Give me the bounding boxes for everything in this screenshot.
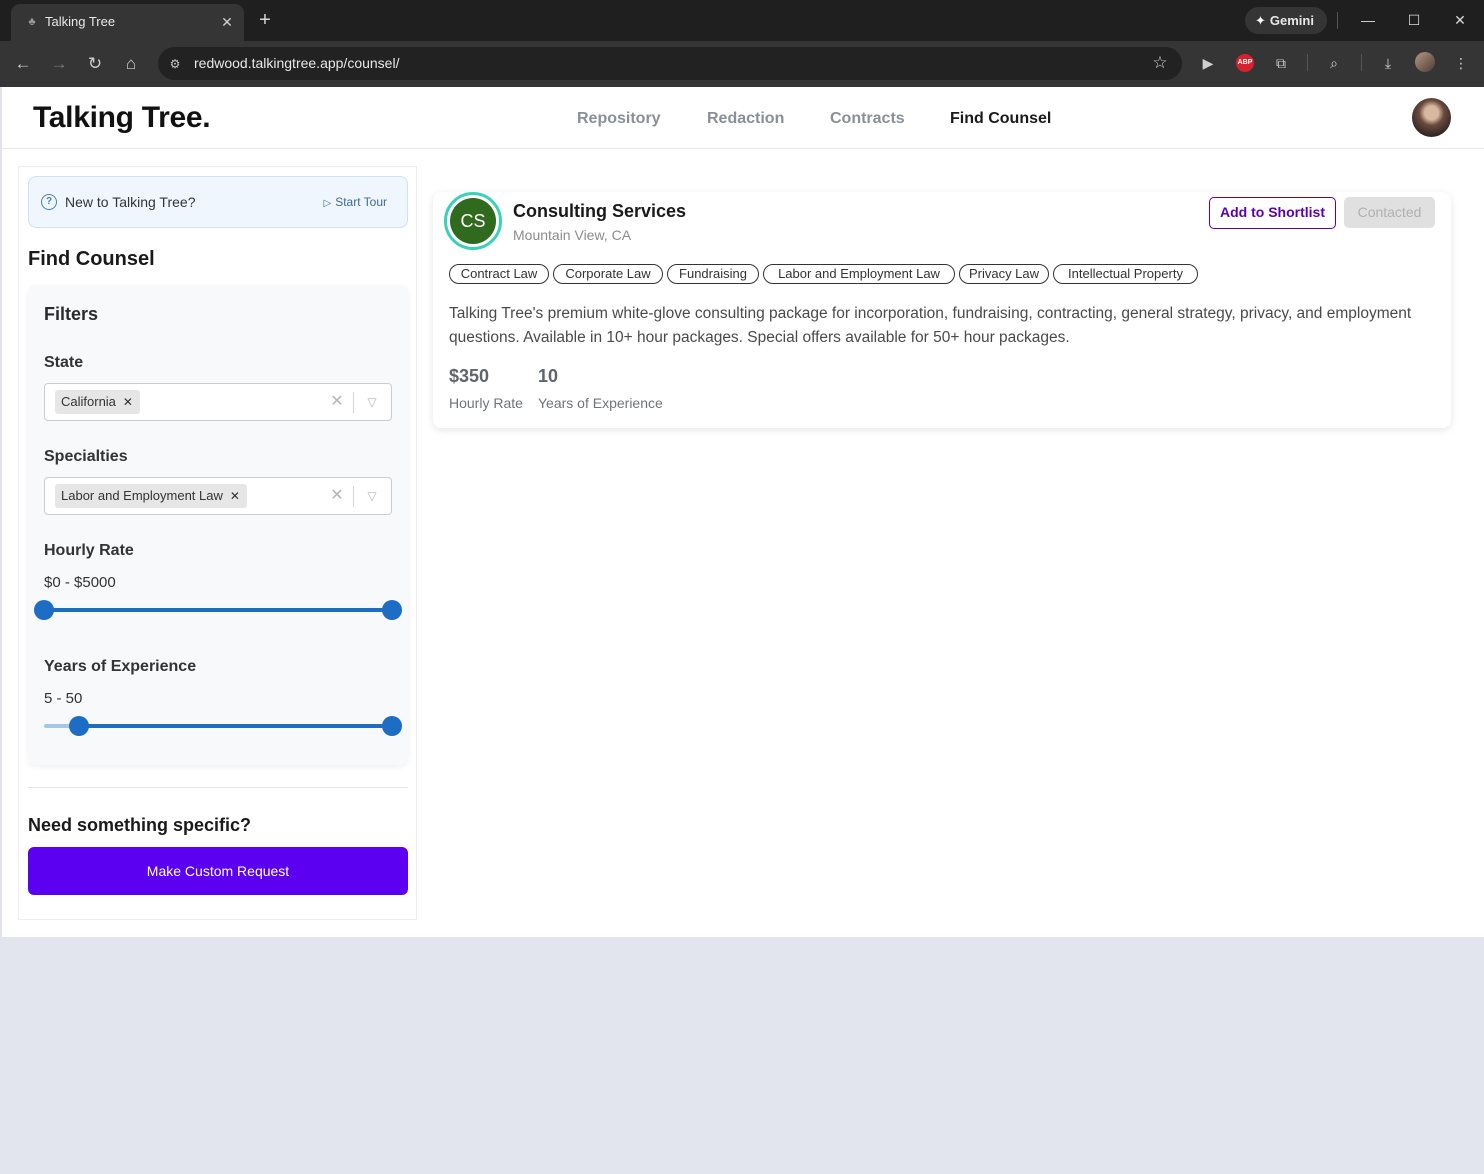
hourly-rate-stat: $350	[449, 366, 490, 386]
state-select[interactable]: California ✕ ✕ ▽	[44, 383, 392, 421]
filters-card: Filters State California ✕ ✕ ▽ Specialti…	[28, 285, 408, 765]
state-label: State	[44, 354, 84, 371]
state-chip-label: California	[61, 394, 116, 409]
slider-min-handle[interactable]	[68, 716, 89, 736]
clear-icon[interactable]: ✕	[329, 487, 345, 505]
sidebar-title: Find Counsel	[28, 248, 155, 270]
hourly-rate-label: Hourly Rate	[44, 542, 134, 559]
chevron-down-icon[interactable]: ▽	[363, 393, 381, 411]
specialty-chip: Labor and Employment Law ✕	[55, 484, 247, 508]
specialty-tag: Corporate Law	[553, 264, 663, 284]
experience-label: Years of Experience	[44, 658, 197, 675]
divider	[1337, 12, 1338, 29]
counsel-location: Mountain View, CA	[513, 227, 632, 243]
new-tab-icon[interactable]: +	[254, 9, 276, 31]
minimize-icon[interactable]: —	[1356, 9, 1380, 31]
url-text[interactable]: redwood.talkingtree.app/counsel/	[194, 55, 399, 71]
specialties-select[interactable]: Labor and Employment Law ✕ ✕ ▽	[44, 477, 392, 515]
nav-contracts[interactable]: Contracts	[830, 110, 905, 128]
specialty-tag: Labor and Employment Law	[763, 264, 955, 284]
hourly-rate-stat-label: Hourly Rate	[449, 395, 523, 411]
bookmark-star-icon[interactable]: ☆	[1150, 53, 1170, 73]
forward-icon[interactable]: →	[47, 52, 71, 76]
close-tab-icon[interactable]: ✕	[218, 13, 236, 31]
specialty-tag: Privacy Law	[959, 264, 1049, 284]
slider-fill	[44, 608, 392, 612]
nav-redaction[interactable]: Redaction	[707, 110, 784, 128]
filters-heading: Filters	[44, 304, 99, 324]
hourly-rate-slider[interactable]	[34, 600, 402, 620]
experience-value: 5 - 50	[44, 690, 83, 707]
brand-logo[interactable]: Talking Tree.	[33, 101, 211, 135]
help-circle-icon: ?	[41, 194, 57, 210]
slider-min-handle[interactable]	[34, 600, 54, 620]
tab-search-icon[interactable]: ⌕	[1323, 52, 1345, 74]
make-custom-request-button[interactable]: Make Custom Request	[28, 847, 408, 895]
counsel-description: Talking Tree's premium white-glove consu…	[449, 305, 1412, 346]
remove-chip-icon[interactable]: ✕	[122, 390, 134, 414]
home-icon[interactable]: ⌂	[119, 52, 143, 76]
clear-icon[interactable]: ✕	[329, 393, 345, 411]
specialty-chip-label: Labor and Employment Law	[61, 488, 223, 503]
custom-request-title: Need something specific?	[28, 815, 252, 835]
reload-icon[interactable]: ↻	[83, 52, 107, 76]
experience-stat: 10	[538, 366, 559, 386]
tour-banner: ? New to Talking Tree? ▷ Start Tour	[28, 176, 408, 228]
add-to-shortlist-button[interactable]: Add to Shortlist	[1209, 197, 1336, 229]
browser-toolbar: ← → ↻ ⌂ ⚙ redwood.talkingtree.app/counse…	[0, 41, 1484, 87]
close-window-icon[interactable]: ✕	[1448, 9, 1472, 31]
nav-repository[interactable]: Repository	[577, 110, 661, 128]
extensions-puzzle-icon[interactable]: ⧉	[1270, 52, 1292, 74]
profile-avatar[interactable]	[1415, 52, 1435, 72]
state-chip: California ✕	[55, 390, 140, 414]
tour-prompt: New to Talking Tree?	[65, 194, 196, 210]
filter-sidebar: ? New to Talking Tree? ▷ Start Tour Find …	[18, 166, 417, 920]
adblock-plus-icon[interactable]: ABP	[1236, 54, 1254, 72]
tab-title: Talking Tree	[45, 14, 116, 29]
select-separator	[353, 486, 354, 507]
divider	[1361, 54, 1362, 71]
start-tour-label: Start Tour	[335, 195, 387, 209]
user-avatar[interactable]	[1412, 98, 1451, 137]
site-info-icon[interactable]: ⚙	[166, 55, 184, 73]
address-bar[interactable]: ⚙ redwood.talkingtree.app/counsel/ ☆	[158, 47, 1182, 80]
browser-tab[interactable]: ♣ Talking Tree ✕	[11, 4, 244, 41]
counsel-card: CS Consulting Services Mountain View, CA…	[433, 192, 1451, 428]
sidebar-divider	[28, 787, 408, 788]
select-separator	[353, 392, 354, 413]
back-icon[interactable]: ←	[11, 52, 35, 76]
download-icon[interactable]: ⤓	[1377, 52, 1399, 74]
counsel-initials: CS	[450, 198, 496, 244]
slider-fill	[78, 724, 392, 728]
tree-favicon-icon: ♣	[28, 16, 36, 28]
start-tour-link[interactable]: ▷ Start Tour	[323, 195, 387, 209]
maximize-icon[interactable]: ☐	[1402, 9, 1426, 31]
specialty-tag: Fundraising	[667, 264, 759, 284]
experience-slider[interactable]	[44, 716, 402, 736]
browser-tabstrip: ♣ Talking Tree ✕ + ✦ Gemini — ☐ ✕	[0, 0, 1484, 41]
specialty-tag: Intellectual Property	[1053, 264, 1198, 284]
specialties-label: Specialties	[44, 448, 128, 465]
sparkle-icon: ✦	[1255, 13, 1266, 28]
chevron-down-icon[interactable]: ▽	[363, 487, 381, 505]
hourly-rate-value: $0 - $5000	[44, 574, 116, 591]
gemini-label: Gemini	[1269, 13, 1314, 28]
counsel-name[interactable]: Consulting Services	[513, 201, 686, 222]
app-header: Talking Tree. Repository Redaction Contr…	[2, 87, 1484, 149]
divider	[1307, 54, 1308, 71]
remove-chip-icon[interactable]: ✕	[229, 484, 241, 508]
gemini-button[interactable]: ✦ Gemini	[1245, 7, 1327, 34]
slider-max-handle[interactable]	[382, 600, 402, 620]
page: Talking Tree. Repository Redaction Contr…	[2, 87, 1484, 937]
contacted-button[interactable]: Contacted	[1344, 197, 1435, 228]
experience-stat-label: Years of Experience	[538, 395, 663, 411]
media-extension-icon[interactable]: ▶	[1197, 52, 1219, 74]
slider-max-handle[interactable]	[382, 716, 402, 736]
kebab-menu-icon[interactable]: ⋮	[1450, 52, 1472, 74]
nav-find-counsel[interactable]: Find Counsel	[950, 110, 1051, 128]
specialty-tag: Contract Law	[449, 264, 549, 284]
counsel-avatar: CS	[444, 192, 502, 250]
play-icon: ▷	[323, 198, 332, 209]
